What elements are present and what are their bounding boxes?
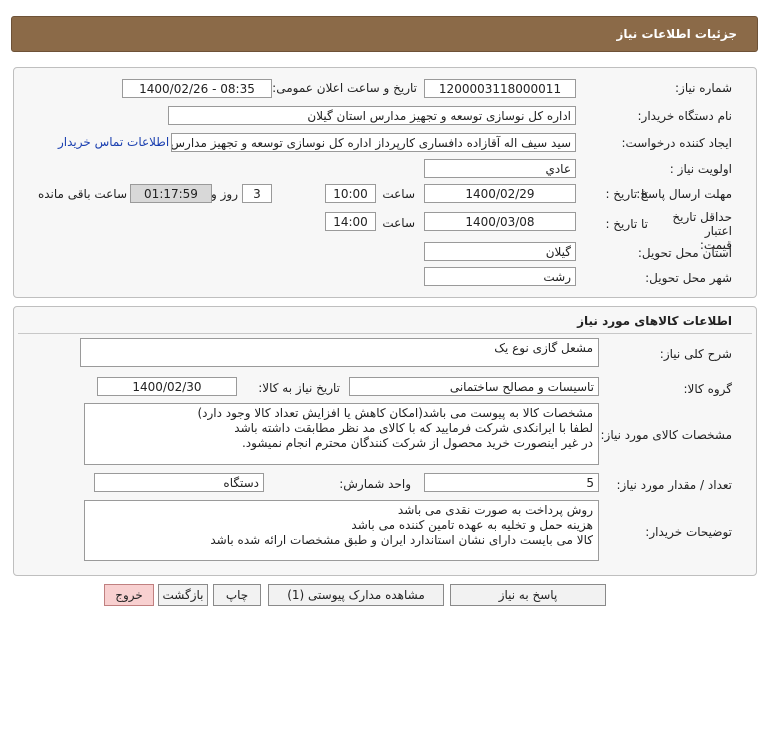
page-title: جزئیات اطلاعات نیاز: [616, 27, 737, 41]
spec-line: مشخصات کالا به پیوست می باشد(امکان کاهش …: [197, 406, 593, 420]
note-line: کالا می بایست دارای نشان استاندارد ایران…: [210, 533, 593, 547]
unit-field: دستگاه: [94, 473, 264, 492]
validity-date-field: 1400/03/08: [424, 212, 576, 231]
need-date-field: 1400/02/30: [97, 377, 237, 396]
respond-button[interactable]: پاسخ به نیاز: [450, 584, 606, 606]
buyer-contact-link[interactable]: اطلاعات تماس خریدار: [58, 135, 169, 149]
spec-line: لطفا با ایرانکدی شرکت فرمایید که با کالا…: [234, 421, 593, 435]
days-remaining-field: 3: [242, 184, 272, 203]
validity-time-label: ساعت: [382, 216, 415, 230]
days-label: روز و: [211, 187, 238, 201]
need-info-panel: [13, 67, 757, 298]
time-remaining-label: ساعت باقی مانده: [37, 187, 127, 201]
deadline-date-field: 1400/02/29: [424, 184, 576, 203]
city-label: شهر محل تحویل:: [645, 271, 732, 285]
priority-label: اولویت نیاز :: [669, 162, 732, 176]
priority-field: عادي: [424, 159, 576, 178]
deadline-label: مهلت ارسال پاسخ:: [636, 187, 732, 201]
need-number-label: شماره نیاز:: [675, 81, 732, 95]
goods-divider: [18, 333, 752, 334]
deadline-time-label: ساعت: [382, 187, 415, 201]
deadline-time-field: 10:00: [325, 184, 376, 203]
validity-to-date-label: تا تاریخ :: [605, 217, 648, 231]
exit-button[interactable]: خروج: [104, 584, 154, 606]
spec-line: در غیر اینصورت خرید محصول از شرکت کنندگا…: [241, 436, 593, 450]
city-field: رشت: [424, 267, 576, 286]
general-desc-field: مشعل گازی نوع یک: [80, 338, 599, 367]
back-button[interactable]: بازگشت: [158, 584, 208, 606]
buyer-notes-label: توضیحات خریدار:: [645, 525, 732, 539]
creator-field: سید سیف اله آقازاده دافساری کارپرداز ادا…: [171, 133, 576, 152]
buyer-org-field: اداره کل نوسازی توسعه و تجهیز مدارس استا…: [168, 106, 576, 125]
validity-time-field: 14:00: [325, 212, 376, 231]
announce-datetime-field: 1400/02/26 - 08:35: [122, 79, 272, 98]
province-field: گیلان: [424, 242, 576, 261]
print-button[interactable]: چاپ: [213, 584, 261, 606]
attachments-button[interactable]: مشاهده مدارک پیوستی (1): [268, 584, 444, 606]
need-number-field: 1200003118000011: [424, 79, 576, 98]
buyer-org-label: نام دستگاه خریدار:: [637, 109, 733, 123]
creator-label: ایجاد کننده درخواست:: [621, 136, 732, 150]
note-line: روش پرداخت به صورت نقدی می باشد: [397, 503, 593, 517]
goods-specs-label: مشخصات کالای مورد نیاز:: [600, 428, 732, 442]
goods-group-field: تاسیسات و مصالح ساختمانی: [349, 377, 599, 396]
province-label: استان محل تحویل:: [637, 246, 732, 260]
buyer-notes-field: روش پرداخت به صورت نقدی می باشد هزینه حم…: [84, 500, 599, 561]
note-line: هزینه حمل و تخلیه به عهده تامین کننده می…: [351, 518, 593, 532]
time-remaining-field: 01:17:59: [130, 184, 212, 203]
unit-label: واحد شمارش:: [339, 477, 411, 491]
quantity-field: 5: [424, 473, 599, 492]
page-header: جزئیات اطلاعات نیاز: [11, 16, 758, 52]
deadline-to-date-label: تا تاریخ :: [605, 187, 648, 201]
goods-section-title: اطلاعات کالاهای مورد نیاز: [577, 314, 732, 328]
need-date-label: تاریخ نیاز به کالا:: [258, 381, 340, 395]
announce-datetime-label: تاریخ و ساعت اعلان عمومی:: [272, 81, 417, 95]
quantity-label: تعداد / مقدار مورد نیاز:: [616, 478, 732, 492]
general-desc-label: شرح کلی نیاز:: [659, 347, 732, 361]
goods-group-label: گروه کالا:: [683, 382, 733, 396]
goods-specs-field: مشخصات کالا به پیوست می باشد(امکان کاهش …: [84, 403, 599, 465]
